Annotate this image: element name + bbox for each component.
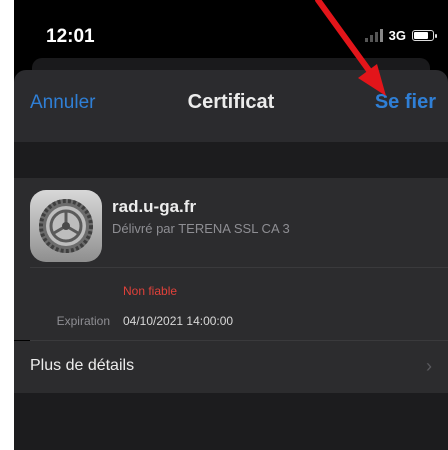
phone-screen: 12:01 3G Annuler Certificat Se fier rad.… <box>14 0 448 450</box>
status-time: 12:01 <box>46 26 95 47</box>
section-gap <box>14 142 448 178</box>
network-type: 3G <box>388 28 406 43</box>
expiration-label: Expiration <box>56 314 110 328</box>
gear-icon <box>30 190 102 262</box>
trust-button[interactable]: Se fier <box>375 91 436 114</box>
certificate-name: rad.u-ga.fr <box>112 197 197 216</box>
trust-status: Non fiable <box>123 284 178 298</box>
chevron-right-icon: › <box>426 356 432 376</box>
bottom-area <box>14 393 448 450</box>
certificate-issuer: Délivré par TERENA SSL CA 3 <box>112 221 290 236</box>
more-details-row[interactable]: Plus de détails › <box>14 341 448 393</box>
battery-icon <box>412 30 437 41</box>
divider <box>30 267 448 268</box>
signal-icon <box>364 29 383 42</box>
status-indicators: 3G <box>364 28 437 43</box>
more-details-label: Plus de détails <box>30 357 135 374</box>
navigation-bar: Annuler Certificat Se fier <box>14 70 448 142</box>
certificate-card: rad.u-ga.fr Délivré par TERENA SSL CA 3 … <box>14 178 448 340</box>
expiration-value: 04/10/2021 14:00:00 <box>123 314 234 328</box>
